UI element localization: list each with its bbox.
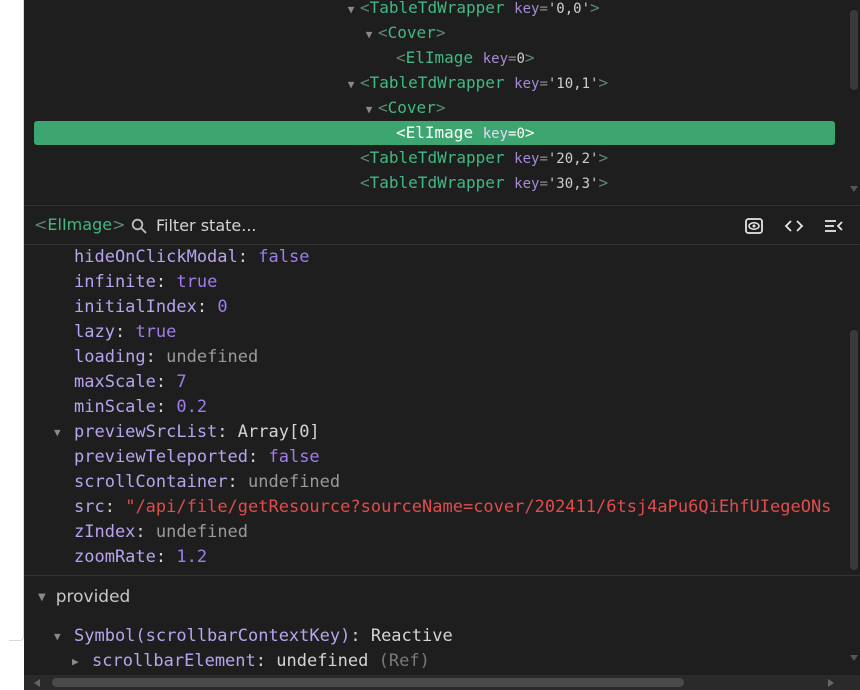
- component-tree: ▼ <TableTdWrapper key='0,0'> ▼ <Cover> <El…: [24, 0, 860, 205]
- prop-row[interactable]: previewTeleported: false: [74, 445, 320, 470]
- scroll-down-arrow-icon[interactable]: [850, 655, 858, 661]
- collapse-list-icon[interactable]: [823, 215, 845, 237]
- state-toolbar: <ElImage>: [24, 205, 860, 245]
- state-scrollbar-thumb[interactable]: [850, 330, 858, 570]
- tree-row-cover-1[interactable]: ▼ <Cover>: [360, 97, 446, 121]
- prop-row[interactable]: hideOnClickModal: false: [74, 245, 309, 270]
- tree-row-elimage-0[interactable]: <ElImage key=0>: [378, 47, 535, 69]
- horizontal-scrollbar-thumb[interactable]: [52, 678, 684, 687]
- prop-row[interactable]: zoomRate: 1.2: [74, 545, 207, 570]
- expand-arrow-icon[interactable]: ▼: [342, 74, 360, 96]
- page-edge: [9, 0, 24, 641]
- tree-row-tabletdwrapper-3[interactable]: <TableTdWrapper key='30,3'>: [342, 172, 608, 194]
- expand-arrow-icon[interactable]: ▼: [54, 420, 61, 445]
- tree-row-elimage-selected[interactable]: <ElImage key=0>: [34, 121, 835, 145]
- scroll-right-arrow-icon[interactable]: [828, 679, 834, 687]
- horizontal-scrollbar[interactable]: [24, 675, 860, 690]
- filter-state-input[interactable]: [156, 213, 436, 237]
- section-divider: [24, 575, 860, 576]
- provided-section-header[interactable]: ▼ provided: [38, 585, 130, 609]
- expand-arrow-icon[interactable]: ▼: [342, 0, 360, 21]
- expand-arrow-icon[interactable]: ▼: [360, 99, 378, 121]
- prop-row[interactable]: initialIndex: 0: [74, 295, 228, 320]
- scroll-left-arrow-icon[interactable]: [34, 679, 40, 687]
- prop-row[interactable]: scrollContainer: undefined: [74, 470, 340, 495]
- prop-row[interactable]: minScale: 0.2: [74, 395, 207, 420]
- tree-row-cover-0[interactable]: ▼ <Cover>: [360, 22, 446, 46]
- tree-scrollbar-thumb[interactable]: [850, 10, 858, 90]
- expand-arrow-icon[interactable]: ▶: [72, 649, 79, 674]
- prop-row[interactable]: loading: undefined: [74, 345, 258, 370]
- tree-row-tabletdwrapper-0[interactable]: ▼ <TableTdWrapper key='0,0'>: [342, 0, 600, 19]
- selected-component-name: <ElImage>: [34, 215, 126, 234]
- state-inspector: hideOnClickModal: false infinite: true i…: [24, 245, 860, 675]
- expand-arrow-icon[interactable]: ▼: [54, 624, 61, 649]
- prop-row[interactable]: zIndex: undefined: [74, 520, 248, 545]
- provided-symbol-row[interactable]: ▼ Symbol(scrollbarContextKey): Reactive: [54, 624, 453, 649]
- tree-scrollbar[interactable]: [848, 0, 860, 205]
- tree-row-tabletdwrapper-2[interactable]: <TableTdWrapper key='20,2'>: [342, 147, 608, 169]
- eye-icon[interactable]: [743, 215, 765, 237]
- scroll-down-arrow-icon[interactable]: [850, 186, 858, 192]
- code-icon[interactable]: [783, 215, 805, 237]
- provided-child-row[interactable]: ▶ scrollbarElement: undefined (Ref): [72, 649, 430, 674]
- expand-arrow-icon[interactable]: ▼: [360, 24, 378, 46]
- tree-row-tabletdwrapper-1[interactable]: ▼ <TableTdWrapper key='10,1'>: [342, 72, 608, 94]
- prop-row-expandable[interactable]: ▼ previewSrcList: Array[0]: [54, 420, 320, 445]
- search-icon: [131, 218, 147, 238]
- prop-row[interactable]: infinite: true: [74, 270, 217, 295]
- prop-row[interactable]: maxScale: 7: [74, 370, 187, 395]
- page-left-strip: [0, 0, 24, 690]
- vue-devtools-panel: ▼ <TableTdWrapper key='0,0'> ▼ <Cover> <El…: [24, 0, 860, 690]
- prop-row[interactable]: lazy: true: [74, 320, 176, 345]
- expand-arrow-icon[interactable]: ▼: [38, 592, 46, 603]
- prop-row[interactable]: src: "/api/file/getResource?sourceName=c…: [74, 495, 831, 520]
